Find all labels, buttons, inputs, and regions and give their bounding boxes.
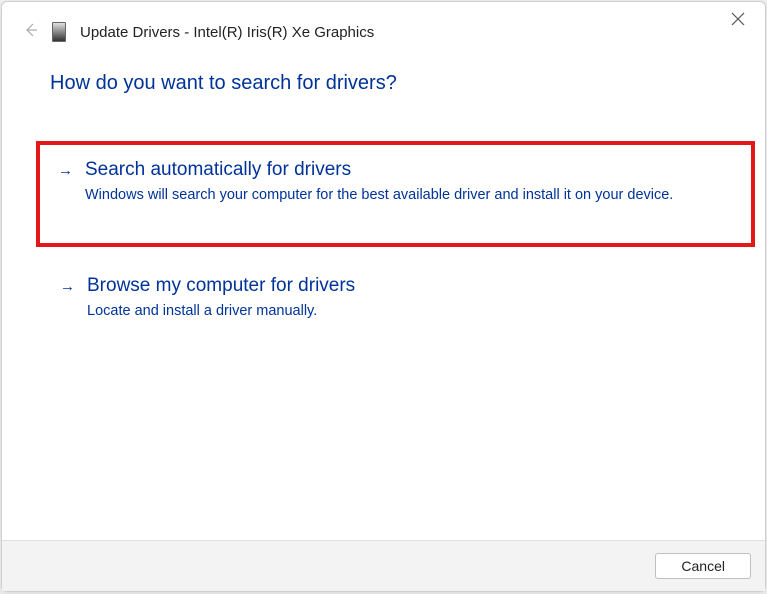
- cancel-button[interactable]: Cancel: [655, 553, 751, 579]
- close-button[interactable]: [731, 12, 751, 32]
- option-description: Locate and install a driver manually.: [87, 301, 707, 321]
- option-browse-computer[interactable]: → Browse my computer for drivers Locate …: [50, 261, 717, 339]
- option-title: Browse my computer for drivers: [87, 275, 707, 297]
- dialog-title: Update Drivers - Intel(R) Iris(R) Xe Gra…: [80, 24, 374, 41]
- dialog-header: Update Drivers - Intel(R) Iris(R) Xe Gra…: [2, 2, 765, 52]
- close-icon: [731, 12, 745, 26]
- option-title: Search automatically for drivers: [85, 159, 703, 181]
- option-search-automatically[interactable]: → Search automatically for drivers Windo…: [36, 141, 755, 247]
- dialog-footer: Cancel: [2, 540, 765, 591]
- update-drivers-dialog: Update Drivers - Intel(R) Iris(R) Xe Gra…: [1, 1, 766, 592]
- arrow-right-icon: →: [60, 278, 75, 295]
- question-heading: How do you want to search for drivers?: [50, 72, 717, 95]
- back-button[interactable]: [24, 23, 38, 42]
- device-icon: [52, 22, 66, 42]
- dialog-content: How do you want to search for drivers? →…: [2, 52, 765, 540]
- arrow-right-icon: →: [58, 162, 73, 179]
- option-description: Windows will search your computer for th…: [85, 185, 703, 205]
- option-text: Browse my computer for drivers Locate an…: [87, 275, 707, 321]
- arrow-left-icon: [24, 23, 38, 37]
- option-text: Search automatically for drivers Windows…: [85, 159, 703, 205]
